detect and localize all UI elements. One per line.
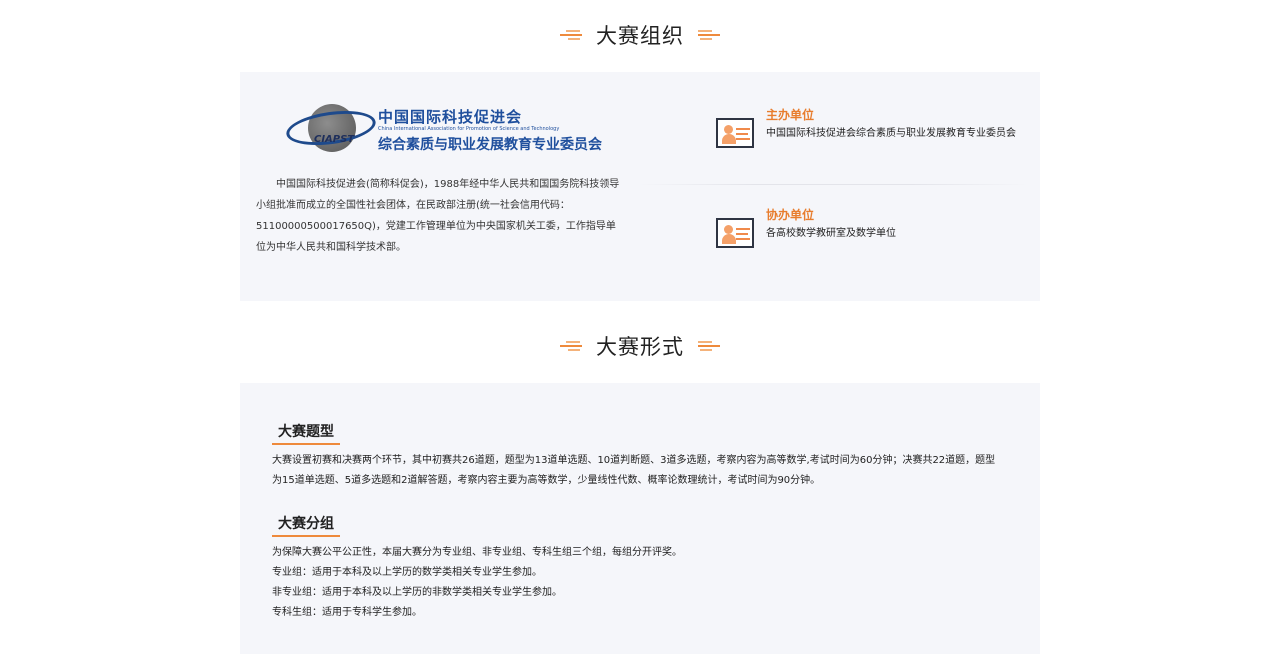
co-host-person-icon [716,218,754,248]
co-host-unit-label: 协办单位 [766,208,815,222]
question-type-text: 大赛设置初赛和决赛两个环节，其中初赛共26道题，题型为13道单选题、10道判断题… [272,455,996,486]
co-host-unit-text: 各高校数学教研室及数学单位 [766,228,896,239]
format-panel: 大赛题型 大赛设置初赛和决赛两个环节，其中初赛共26道题，题型为13道单选题、1… [240,383,1040,654]
host-person-icon [716,118,754,148]
logo-abbreviation: CIAPST [314,134,355,145]
organization-panel: CIAPST 中国国际科技促进会 China International Ass… [240,72,1040,301]
title-decoration-left-icon [560,28,584,42]
unit-divider [638,184,1028,185]
question-type-heading: 大赛题型 [272,421,340,445]
logo-name-cn: 中国国际科技促进会 [378,108,523,126]
host-unit-text: 中国国际科技促进会综合素质与职业发展教育专业委员会 [766,128,1016,139]
title-decoration-left-icon [560,339,584,353]
logo-name-en: China International Association for Prom… [378,126,560,132]
format-title: 大赛形式 [596,335,684,359]
host-unit: 主办单位 中国国际科技促进会综合素质与职业发展教育专业委员会 [716,106,1016,166]
grouping-list: 为保障大赛公平公正性，本届大赛分为专业组、非专业组、专科生组三个组，每组分开评奖… [272,543,1002,623]
grouping-block: 大赛分组 为保障大赛公平公正性，本届大赛分为专业组、非专业组、专科生组三个组，每… [272,513,1012,633]
grouping-line: 非专业组：适用于本科及以上学历的非数学类相关专业学生参加。 [272,587,562,598]
co-host-unit: 协办单位 各高校数学教研室及数学单位 [716,206,1016,256]
question-type-block: 大赛题型 大赛设置初赛和决赛两个环节，其中初赛共26道题，题型为13道单选题、1… [272,421,1012,501]
organization-description: 中国国际科技促进会(简称科促会)，1988年经中华人民共和国国务院科技领导小组批… [256,179,620,253]
title-decoration-right-icon [696,339,720,353]
title-decoration-right-icon [696,28,720,42]
organization-title: 大赛组织 [596,24,684,48]
grouping-heading: 大赛分组 [272,513,340,537]
host-unit-label: 主办单位 [766,108,815,122]
organization-section-title: 大赛组织 [0,15,1280,55]
format-section-title: 大赛形式 [0,326,1280,366]
logo-committee-cn: 综合素质与职业发展教育专业委员会 [378,137,602,153]
ciapst-logo: CIAPST 中国国际科技促进会 China International Ass… [284,102,616,158]
grouping-line: 专业组：适用于本科及以上学历的数学类相关专业学生参加。 [272,567,542,578]
grouping-line: 专科生组：适用于专科学生参加。 [272,607,422,618]
grouping-line: 为保障大赛公平公正性，本届大赛分为专业组、非专业组、专科生组三个组，每组分开评奖… [272,547,682,558]
